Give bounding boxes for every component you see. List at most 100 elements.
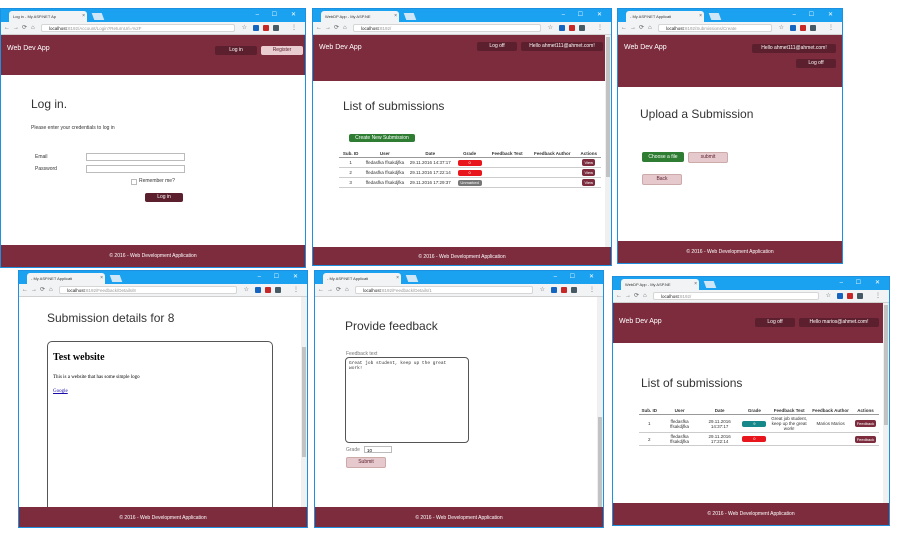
brand[interactable]: Web Dev App (619, 318, 662, 325)
reload-icon[interactable]: ⟳ (336, 284, 341, 296)
maximize-icon[interactable]: ☐ (809, 9, 814, 22)
view-button[interactable]: View (582, 159, 596, 166)
choose-file-button[interactable]: Choose a file (642, 152, 684, 162)
url-field[interactable]: localhost:8192/ (353, 24, 541, 32)
forward-icon[interactable]: → (327, 284, 333, 296)
extension-icon[interactable] (571, 287, 577, 293)
reload-icon[interactable]: ⟳ (40, 284, 45, 296)
back-icon[interactable]: ← (22, 284, 28, 296)
grade-input[interactable]: 10 (364, 446, 392, 453)
remember-checkbox[interactable] (131, 179, 137, 185)
reload-icon[interactable]: ⟳ (334, 22, 339, 34)
new-tab-button[interactable] (109, 275, 123, 282)
login-submit-button[interactable]: Log in (145, 193, 183, 202)
star-icon[interactable]: ☆ (540, 284, 545, 296)
menu-icon[interactable]: ⋮ (828, 22, 834, 34)
feedback-textarea[interactable]: Great job student, keep up the great wor… (345, 357, 469, 443)
close-tab-icon[interactable]: × (100, 273, 103, 284)
extension-icon[interactable] (559, 25, 565, 31)
new-tab-button[interactable] (708, 13, 722, 20)
close-window-icon[interactable]: ✕ (293, 271, 298, 284)
new-tab-button[interactable] (403, 13, 417, 20)
extension-icon[interactable] (579, 25, 585, 31)
back-button[interactable]: Back (642, 174, 682, 185)
extension-icon[interactable] (265, 287, 271, 293)
maximize-icon[interactable]: ☐ (856, 277, 861, 290)
scrollbar[interactable] (883, 303, 889, 525)
new-tab-button[interactable] (405, 275, 419, 282)
extension-icon[interactable] (255, 287, 261, 293)
extension-icon[interactable] (275, 287, 281, 293)
star-icon[interactable]: ☆ (548, 22, 553, 34)
close-tab-icon[interactable]: × (396, 273, 399, 284)
back-icon[interactable]: ← (318, 284, 324, 296)
logoff-button[interactable]: Log off (755, 318, 795, 327)
home-icon[interactable]: ⌂ (49, 284, 53, 296)
browser-tab[interactable]: WebDP App - My ASP.NE × (321, 11, 399, 22)
forward-icon[interactable]: → (625, 290, 631, 302)
scrollbar-thumb[interactable] (598, 417, 602, 517)
extension-icon[interactable] (790, 25, 796, 31)
forward-icon[interactable]: → (13, 22, 19, 34)
url-field[interactable]: localhost:8192/ (653, 292, 819, 300)
forward-icon[interactable]: → (325, 22, 331, 34)
home-icon[interactable]: ⌂ (345, 284, 349, 296)
close-tab-icon[interactable]: × (699, 11, 702, 22)
extension-icon[interactable] (800, 25, 806, 31)
brand[interactable]: Web Dev App (7, 45, 50, 52)
browser-tab[interactable]: - My ASP.NET Applicati × (323, 273, 401, 284)
close-window-icon[interactable]: ✕ (589, 271, 594, 284)
back-icon[interactable]: ← (316, 22, 322, 34)
close-tab-icon[interactable]: × (394, 11, 397, 22)
user-greeting[interactable]: Hello ahmet111@ahmet.com! (752, 44, 836, 53)
minimize-icon[interactable]: – (554, 271, 557, 284)
user-greeting[interactable]: Hello marios@ahmet.com! (799, 318, 879, 327)
close-window-icon[interactable]: ✕ (875, 277, 880, 290)
login-nav-button[interactable]: Log in (215, 46, 257, 55)
minimize-icon[interactable]: – (840, 277, 843, 290)
extension-icon[interactable] (810, 25, 816, 31)
extension-icon[interactable] (263, 25, 269, 31)
maximize-icon[interactable]: ☐ (570, 271, 575, 284)
minimize-icon[interactable]: – (258, 271, 261, 284)
maximize-icon[interactable]: ☐ (578, 9, 583, 22)
url-field[interactable]: localhost:8192/Submissions/Create (658, 24, 772, 32)
close-window-icon[interactable]: ✕ (291, 9, 296, 22)
reload-icon[interactable]: ⟳ (639, 22, 644, 34)
browser-tab[interactable]: WebDP App - My ASP.NE × (621, 279, 699, 290)
home-icon[interactable]: ⌂ (31, 22, 35, 34)
menu-icon[interactable]: ⋮ (589, 284, 595, 296)
scrollbar[interactable] (301, 297, 307, 527)
extension-icon[interactable] (273, 25, 279, 31)
back-icon[interactable]: ← (616, 290, 622, 302)
scrollbar-thumb[interactable] (884, 305, 888, 425)
scrollbar-thumb[interactable] (302, 347, 306, 457)
home-icon[interactable]: ⌂ (648, 22, 652, 34)
menu-icon[interactable]: ⋮ (875, 290, 881, 302)
browser-tab[interactable]: - My ASP.NET Applicati × (27, 273, 105, 284)
close-window-icon[interactable]: ✕ (828, 9, 833, 22)
close-tab-icon[interactable]: × (694, 279, 697, 290)
user-greeting[interactable]: Hello ahmet111@ahmet.com! (521, 42, 603, 51)
extension-icon[interactable] (569, 25, 575, 31)
url-field[interactable]: localhost:8192/Feedback/Details/1 (355, 286, 533, 294)
new-tab-button[interactable] (91, 13, 105, 20)
email-field[interactable] (86, 153, 185, 161)
menu-icon[interactable]: ⋮ (597, 22, 603, 34)
star-icon[interactable]: ☆ (779, 22, 784, 34)
logoff-button[interactable]: Log off (796, 59, 836, 68)
reload-icon[interactable]: ⟳ (22, 22, 27, 34)
register-nav-button[interactable]: Register (261, 46, 303, 55)
browser-tab[interactable]: Log in - My ASP.NET Ap × (9, 11, 87, 22)
password-field[interactable] (86, 165, 185, 173)
star-icon[interactable]: ☆ (244, 284, 249, 296)
home-icon[interactable]: ⌂ (643, 290, 647, 302)
extension-icon[interactable] (857, 293, 863, 299)
extension-icon[interactable] (253, 25, 259, 31)
menu-icon[interactable]: ⋮ (293, 284, 299, 296)
logoff-button[interactable]: Log off (477, 42, 517, 51)
close-tab-icon[interactable]: × (82, 11, 85, 22)
submit-feedback-button[interactable]: Submit (346, 457, 386, 468)
new-tab-button[interactable] (703, 281, 717, 288)
maximize-icon[interactable]: ☐ (274, 271, 279, 284)
